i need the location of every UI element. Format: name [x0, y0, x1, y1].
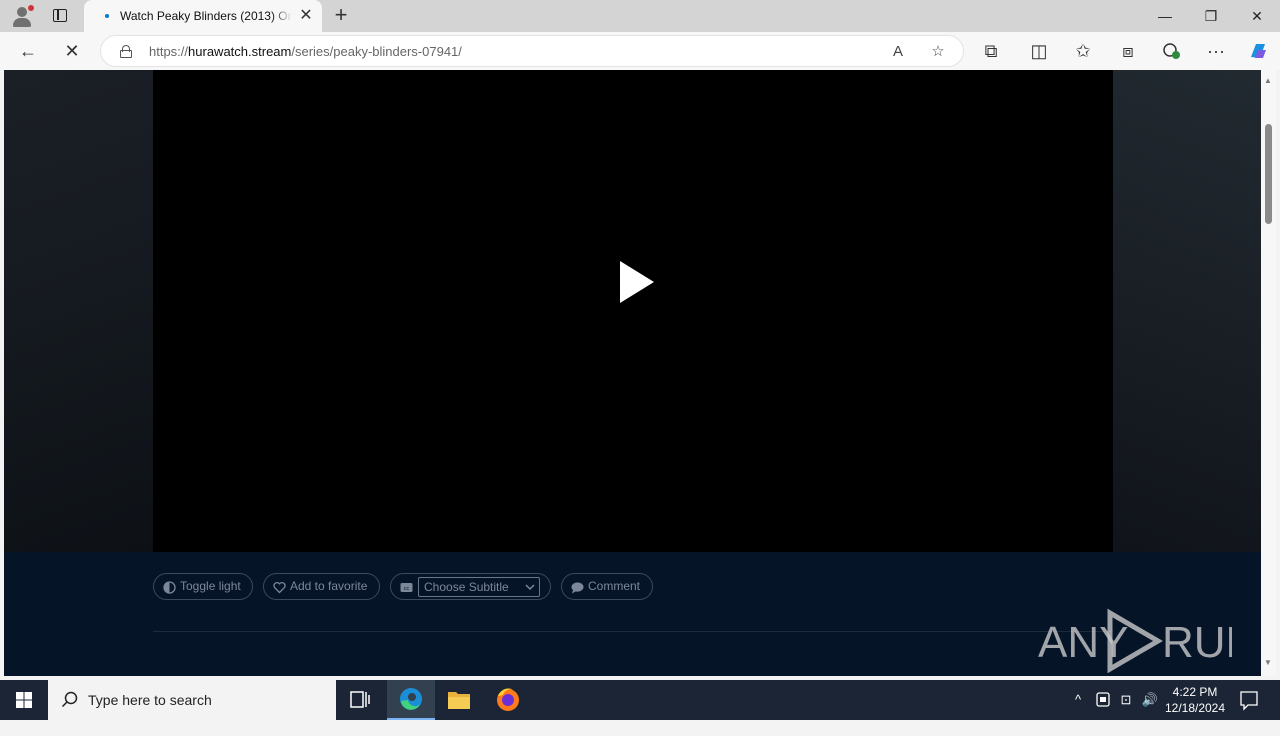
toggle-light-button[interactable]: Toggle light	[153, 573, 253, 600]
search-icon	[61, 691, 78, 708]
subtitle-select-value: Choose Subtitle	[424, 580, 509, 594]
backdrop-image-left	[4, 70, 154, 552]
back-button[interactable]: ←	[13, 36, 43, 66]
add-to-favorite-button[interactable]: Add to favorite	[263, 573, 380, 600]
extensions-icon[interactable]: ⧉	[976, 36, 1006, 66]
folder-icon	[448, 692, 470, 709]
new-tab-button[interactable]: +	[330, 4, 352, 28]
chevron-down-icon	[525, 584, 535, 591]
split-screen-icon[interactable]: ◫	[1024, 36, 1054, 66]
loading-favicon-icon	[105, 14, 109, 18]
minimize-button[interactable]: —	[1142, 0, 1188, 32]
tab-title: Watch Peaky Blinders (2013) Online	[120, 9, 292, 23]
clock-time: 4:22 PM	[1172, 685, 1218, 699]
firefox-taskbar-button[interactable]	[484, 680, 532, 720]
address-bar[interactable]: https://hurawatch.stream/series/peaky-bl…	[100, 35, 964, 67]
profile-avatar-icon[interactable]	[8, 4, 36, 28]
volume-icon[interactable]: 🔊	[1139, 680, 1161, 720]
more-menu-icon[interactable]: ···	[1201, 36, 1231, 66]
backdrop-image-right	[1113, 70, 1261, 552]
url-text[interactable]: https://hurawatch.stream/series/peaky-bl…	[149, 44, 462, 59]
url-scheme: https://	[149, 44, 189, 59]
anyrun-watermark-logo: ANY RUN	[1038, 608, 1232, 673]
network-icon[interactable]: ⊡	[1116, 680, 1136, 720]
heart-icon	[273, 581, 286, 594]
url-path: /series/peaky-blinders-07941/	[291, 44, 462, 59]
device-icon[interactable]	[1093, 680, 1113, 720]
section-divider	[153, 631, 1113, 632]
notifications-icon[interactable]	[1234, 680, 1264, 720]
edge-taskbar-button[interactable]	[387, 680, 435, 720]
close-window-button[interactable]: ✕	[1234, 0, 1280, 32]
scrollbar-thumb[interactable]	[1265, 124, 1272, 224]
scroll-up-arrow-icon[interactable]: ▲	[1264, 76, 1272, 85]
tab-strip: Watch Peaky Blinders (2013) Online ✕ + —…	[0, 0, 1280, 32]
favorites-icon[interactable]: ✩	[1068, 36, 1098, 66]
scroll-down-arrow-icon[interactable]: ▼	[1264, 658, 1272, 667]
copilot-icon[interactable]	[1243, 36, 1273, 66]
closed-caption-icon: cc	[400, 583, 413, 592]
svg-text:ANY: ANY	[1038, 618, 1128, 667]
collections-icon[interactable]: ⧈	[1113, 36, 1143, 66]
video-player[interactable]	[153, 70, 1113, 552]
comment-button[interactable]: Comment	[561, 573, 653, 600]
comment-label: Comment	[588, 579, 641, 593]
svg-text:RUN: RUN	[1162, 618, 1232, 667]
restore-button[interactable]: ❐	[1188, 0, 1234, 32]
stop-loading-button[interactable]: ✕	[57, 36, 87, 66]
play-icon[interactable]	[620, 261, 654, 303]
contrast-icon	[163, 581, 176, 594]
svg-text:cc: cc	[404, 586, 410, 592]
task-view-icon	[350, 691, 370, 708]
tab-actions-icon[interactable]	[46, 4, 74, 28]
subtitle-select[interactable]: Choose Subtitle	[418, 577, 540, 597]
add-favorite-star-icon[interactable]: ☆	[927, 42, 949, 62]
edge-icon	[400, 688, 422, 710]
browser-essentials-icon[interactable]	[1157, 36, 1187, 66]
toggle-light-label: Toggle light	[180, 579, 241, 593]
file-explorer-button[interactable]	[435, 680, 483, 720]
show-hidden-icons-chevron-icon[interactable]: ^	[1068, 680, 1088, 720]
add-to-favorite-label: Add to favorite	[290, 579, 368, 593]
firefox-icon	[497, 688, 519, 711]
task-view-button[interactable]	[336, 680, 384, 720]
page-viewport: Toggle light Add to favorite cc Choose S…	[4, 70, 1261, 676]
search-placeholder: Type here to search	[88, 692, 212, 708]
clock-date: 12/18/2024	[1164, 701, 1226, 715]
page-scrollbar[interactable]: ▲ ▼	[1261, 70, 1276, 676]
navigation-bar: ← ✕ https://hurawatch.stream/series/peak…	[0, 32, 1280, 70]
browser-tab-active[interactable]: Watch Peaky Blinders (2013) Online ✕	[84, 0, 322, 32]
taskbar-clock[interactable]: 4:22 PM 12/18/2024	[1160, 684, 1230, 716]
start-button[interactable]	[0, 680, 48, 720]
tab-close-button[interactable]: ✕	[298, 8, 314, 24]
lock-icon[interactable]	[120, 45, 132, 58]
taskbar-search-box[interactable]: Type here to search	[48, 680, 336, 720]
subtitle-control: cc Choose Subtitle	[390, 573, 551, 600]
windows-taskbar: Type here to search ^ ⊡ 🔊 4:22 PM 12/18/…	[0, 680, 1280, 720]
read-aloud-icon[interactable]: A	[887, 42, 909, 62]
windows-logo-icon	[16, 692, 32, 708]
url-host: hurawatch.stream	[188, 44, 292, 59]
comment-icon	[571, 582, 584, 594]
